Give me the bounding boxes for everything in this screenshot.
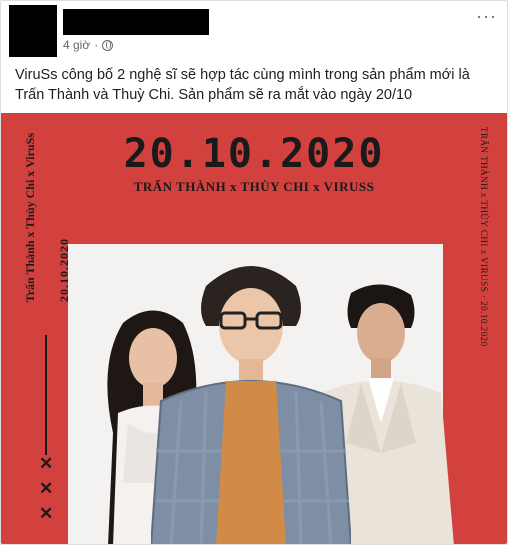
redacted-author-name[interactable] [63,9,209,35]
poster-vertical-artists: Trấn Thành x Thùy Chi x ViruSs [23,133,37,303]
redacted-avatar[interactable] [9,5,57,57]
post-caption: ViruSs công bố 2 nghệ sĩ sẽ hợp tác cùng… [15,67,470,103]
globe-icon[interactable] [102,39,114,51]
post-meta: 4 giờ · [63,38,114,52]
x-mark-icon: ✕ [39,479,54,498]
x-mark-icon: ✕ [39,454,54,473]
poster-vertical-rule [45,335,47,455]
person-center-figure [151,266,351,544]
poster-x-marks: ✕ ✕ ✕ [39,451,53,526]
more-horizontal-icon[interactable]: ··· [476,7,497,25]
poster-vertical-date: 20.10.2020 [57,238,71,302]
meta-separator: · [94,38,99,52]
poster-vertical-right-text: TRẤN THÀNH x THÙY CHI x VIRUSS · 20.10.2… [479,127,489,347]
poster-artists-line: TRẤN THÀNH x THÙY CHI x VIRUSS [133,179,375,194]
facebook-post: 4 giờ · ··· ViruSs công bố 2 nghệ sĩ sẽ … [0,0,508,545]
post-timestamp[interactable]: 4 giờ [63,38,90,52]
poster-date-title: 20.10.2020 [123,131,385,177]
poster-image[interactable]: 20.10.2020 TRẤN THÀNH x THÙY CHI x VIRUS… [1,113,507,544]
x-mark-icon: ✕ [39,504,54,523]
